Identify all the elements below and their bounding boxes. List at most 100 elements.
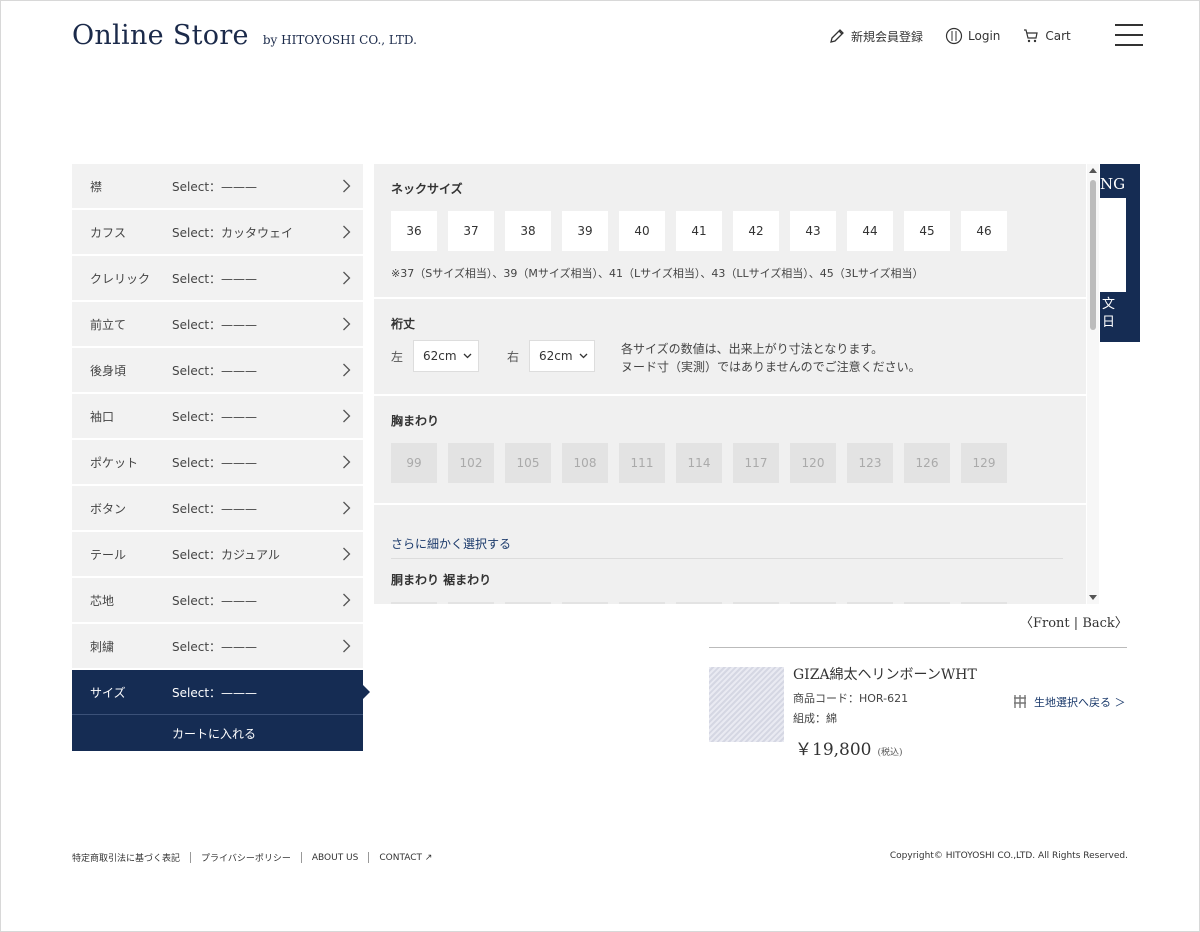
sidebar-item-button[interactable]: ボタン Select：———: [72, 486, 363, 530]
waist-size-option[interactable]: [619, 602, 665, 604]
view-toggle: 〈Front | Back〉: [1020, 612, 1128, 631]
cart-label: Cart: [1045, 29, 1071, 43]
sidebar-item-sleeve-cuff[interactable]: 袖口 Select：———: [72, 394, 363, 438]
chest-size-option-111[interactable]: 111: [619, 443, 665, 483]
waist-size-option[interactable]: [676, 602, 722, 604]
login-link[interactable]: Login: [945, 27, 1000, 45]
sidebar-item-value: Select：———: [172, 271, 258, 286]
waist-size-option[interactable]: [505, 602, 551, 604]
side-box-top-text: NG: [1100, 175, 1126, 193]
scroll-thumb[interactable]: [1090, 180, 1096, 330]
front-view-link[interactable]: 〈Front: [1020, 616, 1070, 631]
chest-size-option-114[interactable]: 114: [676, 443, 722, 483]
sidebar-item-cuffs[interactable]: カフス Select：カッタウェイ: [72, 210, 363, 254]
chest-size-option-105[interactable]: 105: [505, 443, 551, 483]
side-box-inner: [1100, 198, 1126, 292]
neck-size-option-41[interactable]: 41: [676, 211, 722, 251]
neck-size-option-36[interactable]: 36: [391, 211, 437, 251]
sidebar-item-size[interactable]: サイズ Select：———: [72, 670, 370, 714]
sleeve-note-line2: ヌード寸（実測）ではありませんのでご注意ください。: [621, 360, 921, 374]
chest-size-option-126[interactable]: 126: [904, 443, 950, 483]
right-sleeve-select[interactable]: 62cm: [529, 340, 596, 372]
sidebar-item-cleric[interactable]: クレリック Select：———: [72, 256, 363, 300]
footer-link-legal[interactable]: 特定商取引法に基づく表記: [72, 851, 180, 864]
neck-size-option-46[interactable]: 46: [961, 211, 1007, 251]
product-price: ￥19,800: [795, 740, 872, 760]
chest-size-options: 99 102 105 108 111 114 117 120 123 126 129: [391, 443, 1086, 483]
product-composition: 組成：綿: [793, 712, 837, 725]
chest-size-option-117[interactable]: 117: [733, 443, 779, 483]
site-logo[interactable]: Online Store by HITOYOSHI CO., LTD.: [72, 20, 417, 51]
sidebar-item-label: ポケット: [90, 455, 139, 470]
menu-bar: [1115, 44, 1143, 46]
cart-icon: [1024, 29, 1039, 43]
sidebar-item-placket[interactable]: 前立て Select：———: [72, 302, 363, 346]
neck-size-option-39[interactable]: 39: [562, 211, 608, 251]
right-sleeve-value: 62cm: [539, 349, 573, 363]
floating-side-box[interactable]: NG 文日: [1100, 164, 1140, 342]
sidebar-item-embroidery[interactable]: 刺繍 Select：———: [72, 624, 363, 668]
panel-scrollbar[interactable]: [1087, 164, 1099, 604]
chevron-down-icon: [579, 353, 588, 359]
waist-size-option[interactable]: [391, 602, 437, 604]
chest-size-option-102[interactable]: 102: [448, 443, 494, 483]
sidebar-item-collar[interactable]: 襟 Select：———: [72, 164, 363, 208]
waist-size-option[interactable]: [448, 602, 494, 604]
footer-separator: [368, 852, 370, 863]
copyright-text: Copyright© HITOYOSHI CO.,LTD. All Rights…: [889, 851, 1128, 861]
sidebar-item-back-body[interactable]: 後身頃 Select：———: [72, 348, 363, 392]
waist-size-option[interactable]: [790, 602, 836, 604]
chevron-down-icon: [463, 353, 472, 359]
sleeve-length-note: 各サイズの数値は、出来上がり寸法となります。 ヌード寸（実測）ではありませんので…: [621, 340, 921, 376]
menu-bar: [1115, 34, 1143, 36]
sidebar-item-value: Select：———: [172, 501, 258, 516]
logo-main-text: Online Store: [72, 20, 249, 51]
pen-icon: [830, 29, 844, 43]
footer-link-about[interactable]: ABOUT US: [312, 853, 359, 863]
menu-bar: [1115, 24, 1143, 26]
hamburger-menu-icon[interactable]: [1115, 24, 1143, 48]
view-toggle-sep: |: [1069, 616, 1083, 631]
chevron-right-icon: [343, 179, 351, 193]
scroll-down-icon[interactable]: [1089, 595, 1097, 600]
right-label: 右: [507, 350, 520, 364]
chest-size-option-123[interactable]: 123: [847, 443, 893, 483]
neck-size-note: ※37（Sサイズ相当）、39（Mサイズ相当）、41（Lサイズ相当）、43（LLサ…: [391, 267, 924, 280]
sidebar-item-label: カフス: [90, 225, 127, 240]
back-view-link[interactable]: Back〉: [1082, 616, 1127, 631]
neck-size-option-45[interactable]: 45: [904, 211, 950, 251]
waist-size-option[interactable]: [847, 602, 893, 604]
waist-size-option[interactable]: [904, 602, 950, 604]
neck-size-option-43[interactable]: 43: [790, 211, 836, 251]
footer-link-contact[interactable]: CONTACT ↗: [379, 853, 432, 863]
footer-link-privacy[interactable]: プライバシーポリシー: [201, 851, 291, 864]
waist-size-option[interactable]: [562, 602, 608, 604]
chevron-right-icon: [343, 225, 351, 239]
chest-size-option-108[interactable]: 108: [562, 443, 608, 483]
sleeve-length-row: 左 62cm 右 62cm 各サイズの数値は、出来上がり寸法となります。 ヌード…: [391, 340, 1086, 394]
waist-size-options: [391, 602, 1086, 604]
sleeve-length-title: 裄丈: [391, 317, 416, 331]
chest-size-option-120[interactable]: 120: [790, 443, 836, 483]
neck-size-option-38[interactable]: 38: [505, 211, 551, 251]
neck-size-option-37[interactable]: 37: [448, 211, 494, 251]
add-to-cart-button[interactable]: カートに入れる: [72, 714, 363, 751]
waist-size-option[interactable]: [733, 602, 779, 604]
chest-size-option-129[interactable]: 129: [961, 443, 1007, 483]
sidebar-item-tail[interactable]: テール Select：カジュアル: [72, 532, 363, 576]
more-options-link[interactable]: さらに細かく選択する: [391, 535, 1063, 559]
register-link[interactable]: 新規会員登録: [828, 27, 923, 45]
sidebar-item-interlining[interactable]: 芯地 Select：———: [72, 578, 363, 622]
cart-link[interactable]: Cart: [1022, 27, 1071, 45]
waist-size-option[interactable]: [961, 602, 1007, 604]
sleeve-length-section: 裄丈 左 62cm 右 62cm 各サイズの数値は、出来上がり寸法となります。 …: [374, 299, 1086, 396]
back-to-fabric-link[interactable]: 生地選択へ戻る ＞: [1012, 693, 1126, 710]
neck-size-option-44[interactable]: 44: [847, 211, 893, 251]
sidebar-item-pocket[interactable]: ポケット Select：———: [72, 440, 363, 484]
chest-size-option-99[interactable]: 99: [391, 443, 437, 483]
neck-size-option-42[interactable]: 42: [733, 211, 779, 251]
scroll-up-icon[interactable]: [1089, 168, 1097, 173]
neck-size-option-40[interactable]: 40: [619, 211, 665, 251]
neck-size-section: ネックサイズ 36 37 38 39 40 41 42 43 44 45 46 ※37（Sサイズ相当…: [374, 164, 1086, 299]
left-sleeve-select[interactable]: 62cm: [413, 340, 480, 372]
